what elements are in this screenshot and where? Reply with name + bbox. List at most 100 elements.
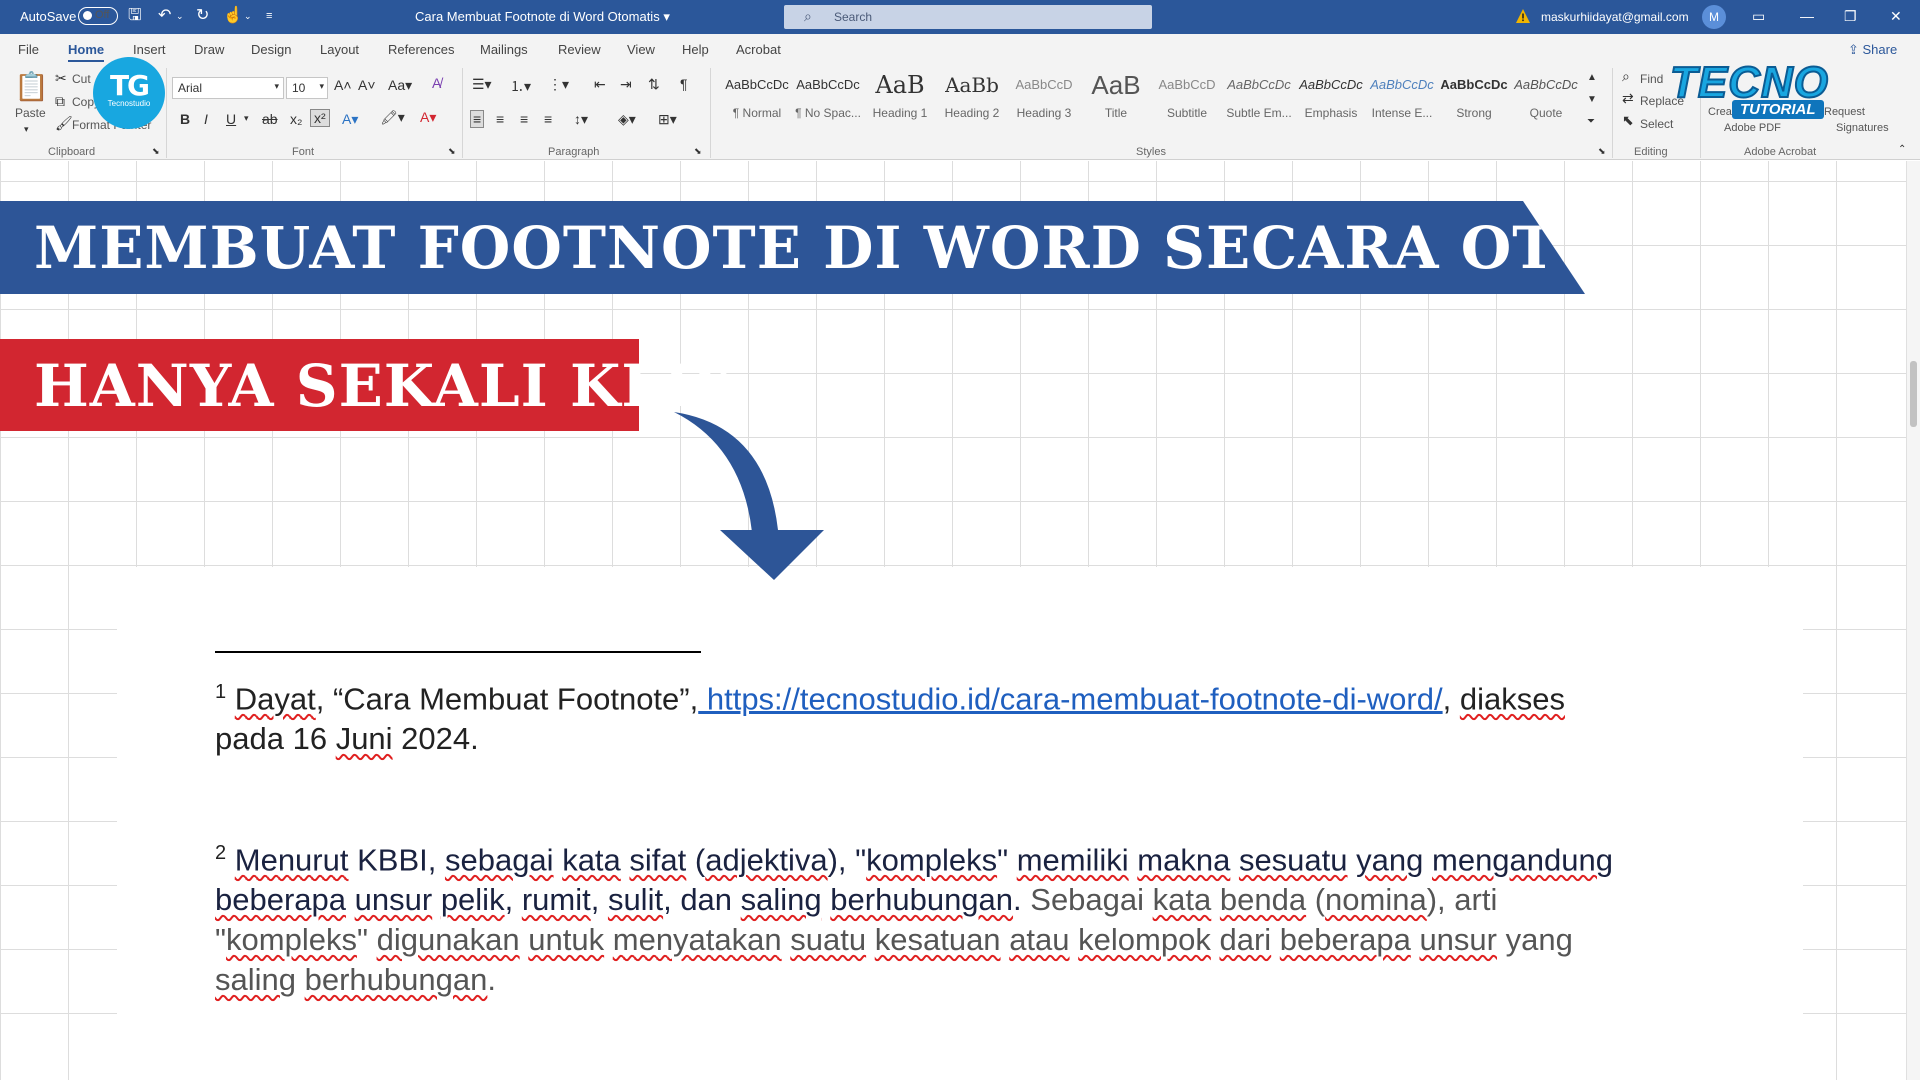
highlight-icon[interactable]: 🖍▾ <box>380 109 405 126</box>
align-center-icon[interactable]: ≡ <box>496 111 504 127</box>
tab-mailings[interactable]: Mailings <box>480 42 528 57</box>
footnote-1[interactable]: 1 Dayat, “Cara Membuat Footnote”, https:… <box>215 672 1755 759</box>
avatar[interactable]: M <box>1702 5 1726 29</box>
line-spacing-icon[interactable]: ↕▾ <box>574 111 588 128</box>
replace-icon[interactable]: ⇄ <box>1622 90 1634 107</box>
redo-icon[interactable]: ↻ <box>196 7 209 25</box>
sort-icon[interactable]: ⇅ <box>648 76 660 93</box>
autosave-toggle[interactable]: Off <box>78 7 118 25</box>
tab-home[interactable]: Home <box>68 42 105 63</box>
style-title[interactable]: AaB Title <box>1081 70 1151 120</box>
styles-scroll-down-icon[interactable]: ▼ <box>1587 94 1597 105</box>
clipboard-launcher-icon[interactable]: ⬊ <box>152 146 160 157</box>
touch-mode-icon[interactable]: ☝ <box>223 7 243 25</box>
numbering-icon[interactable]: ⒈▾ <box>510 76 531 96</box>
grow-font-icon[interactable]: A˄ <box>334 77 352 93</box>
font-name-field[interactable]: Arial ▾ <box>172 77 284 99</box>
scroll-thumb[interactable] <box>1910 361 1917 427</box>
paste-icon[interactable]: 📋 <box>14 70 49 103</box>
style-no-spacing[interactable]: AaBbCcDc ¶ No Spac... <box>793 70 863 120</box>
tab-design[interactable]: Design <box>251 42 291 57</box>
shading-icon[interactable]: ◈▾ <box>618 111 636 128</box>
tab-view[interactable]: View <box>627 42 655 57</box>
ribbon-display-icon[interactable]: ▭ <box>1752 8 1765 25</box>
align-right-icon[interactable]: ≡ <box>520 111 528 127</box>
paste-dropdown-icon[interactable]: ▾ <box>24 124 29 135</box>
styles-more-icon[interactable]: ⏷ <box>1587 116 1595 127</box>
tab-layout[interactable]: Layout <box>320 42 359 57</box>
footnote-2[interactable]: 2 Menurut KBBI, sebagai kata sifat (adje… <box>215 833 1755 1000</box>
collapse-ribbon-icon[interactable]: ⌃ <box>1898 144 1906 155</box>
shrink-font-icon[interactable]: A˅ <box>358 77 376 93</box>
paragraph-launcher-icon[interactable]: ⬊ <box>694 146 702 157</box>
align-left-icon[interactable]: ≡ <box>470 110 485 128</box>
decrease-indent-icon[interactable]: ⇤ <box>594 76 606 93</box>
tab-draw[interactable]: Draw <box>194 42 224 57</box>
clear-formatting-icon[interactable]: A̸ <box>432 75 441 91</box>
style-emphasis[interactable]: AaBbCcDc Emphasis <box>1296 70 1366 120</box>
bullets-icon[interactable]: ☰▾ <box>472 76 492 93</box>
tab-acrobat[interactable]: Acrobat <box>736 42 781 57</box>
tab-review[interactable]: Review <box>558 42 601 57</box>
document-page[interactable] <box>117 567 1803 1080</box>
minimize-icon[interactable]: — <box>1800 8 1814 24</box>
tab-file[interactable]: File <box>18 42 39 57</box>
style-intense-emphasis[interactable]: AaBbCcDc Intense E... <box>1367 70 1437 120</box>
styles-launcher-icon[interactable]: ⬊ <box>1598 146 1606 157</box>
bold-icon[interactable]: B <box>180 111 190 127</box>
close-icon[interactable]: ✕ <box>1890 8 1902 25</box>
style-normal[interactable]: AaBbCcDc ¶ Normal <box>722 70 792 120</box>
style-subtitle[interactable]: AaBbCcD Subtitle <box>1152 70 1222 120</box>
font-color-icon[interactable]: A▾ <box>420 109 436 126</box>
change-case-icon[interactable]: Aa▾ <box>388 77 412 94</box>
borders-icon[interactable]: ⊞▾ <box>658 111 677 128</box>
touch-dropdown-icon[interactable]: ⌄ <box>244 7 252 25</box>
save-icon[interactable]: 🖫 <box>128 7 142 25</box>
share-button[interactable]: ⇪ Share <box>1848 42 1897 58</box>
format-painter-icon[interactable]: 🖌 <box>55 115 73 132</box>
paste-button[interactable]: Paste <box>15 106 46 120</box>
tab-help[interactable]: Help <box>682 42 709 57</box>
find-icon[interactable]: ⌕ <box>1622 68 1630 85</box>
style-heading-1[interactable]: AaB Heading 1 <box>865 70 935 120</box>
warning-icon[interactable] <box>1515 8 1531 24</box>
style-subtle-emphasis[interactable]: AaBbCcDc Subtle Em... <box>1224 70 1294 120</box>
style-heading-3[interactable]: AaBbCcD Heading 3 <box>1009 70 1079 120</box>
tab-insert[interactable]: Insert <box>133 42 166 57</box>
multilevel-list-icon[interactable]: ⋮▾ <box>548 76 569 93</box>
tab-references[interactable]: References <box>388 42 454 57</box>
vertical-scrollbar[interactable] <box>1906 161 1920 1080</box>
justify-icon[interactable]: ≡ <box>544 111 552 127</box>
select-icon[interactable]: ⬉ <box>1622 112 1634 129</box>
style-heading-2[interactable]: AaBb Heading 2 <box>937 70 1007 120</box>
undo-icon[interactable]: ↶ <box>158 7 171 25</box>
increase-indent-icon[interactable]: ⇥ <box>620 76 632 93</box>
styles-scroll-up-icon[interactable]: ▲ <box>1587 72 1597 83</box>
account-email[interactable]: maskurhiidayat@gmail.com <box>1541 10 1689 24</box>
cut-icon[interactable]: ✂ <box>55 70 67 87</box>
copy-icon[interactable]: ⧉ <box>55 93 65 110</box>
style-strong[interactable]: AaBbCcDc Strong <box>1439 70 1509 120</box>
footnote-link[interactable]: https://tecnostudio.id/cara-membuat-foot… <box>698 681 1443 716</box>
document-title[interactable]: Cara Membuat Footnote di Word Otomatis ▾ <box>415 9 670 25</box>
strikethrough-icon[interactable]: ab <box>262 111 278 127</box>
request-signatures-button[interactable]: Request <box>1824 106 1865 118</box>
customize-qat-icon[interactable]: ≡ <box>266 7 272 25</box>
search-input[interactable]: ⌕ Search <box>784 5 1152 29</box>
find-button[interactable]: Find <box>1640 72 1663 86</box>
subscript-icon[interactable]: x₂ <box>290 111 302 127</box>
font-launcher-icon[interactable]: ⬊ <box>448 146 456 157</box>
restore-icon[interactable]: ❐ <box>1844 8 1857 25</box>
italic-icon[interactable]: I <box>204 111 208 127</box>
text-effects-icon[interactable]: A▾ <box>342 111 358 128</box>
cut-button[interactable]: Cut <box>72 72 91 86</box>
superscript-icon[interactable]: x² <box>310 109 330 127</box>
font-size-field[interactable]: 10 ▾ <box>286 77 328 99</box>
undo-dropdown-icon[interactable]: ⌄ <box>176 7 184 25</box>
show-marks-icon[interactable]: ¶ <box>680 76 688 92</box>
underline-icon[interactable]: U <box>226 111 236 127</box>
underline-dropdown-icon[interactable]: ▾ <box>244 113 249 124</box>
style-quote[interactable]: AaBbCcDc Quote <box>1511 70 1581 120</box>
select-button[interactable]: Select <box>1640 117 1673 131</box>
fn-word: kelompok <box>1078 922 1211 958</box>
